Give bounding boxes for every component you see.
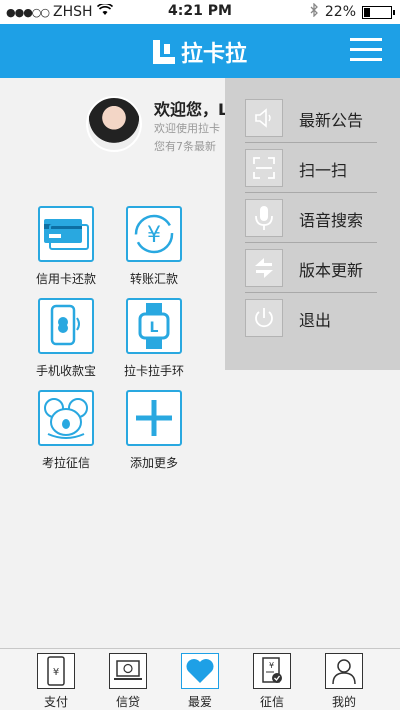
tab-bar: ¥ 支付 信贷 最爱 ¥ 征信 我的 bbox=[0, 648, 400, 710]
lakala-logo-icon bbox=[152, 40, 175, 64]
menu-item-voice-search[interactable]: 语音搜索 bbox=[245, 193, 377, 243]
dropdown-menu: 最新公告 扫一扫 语音搜索 版本更新 退出 bbox=[225, 78, 400, 370]
tab-label: 我的 bbox=[331, 695, 356, 709]
credit-card-icon bbox=[38, 206, 94, 262]
document-check-icon: ¥ bbox=[253, 653, 291, 689]
tab-credit-loan[interactable]: 信贷 bbox=[98, 653, 158, 710]
battery-percent: 22% bbox=[324, 4, 356, 20]
menu-item-label: 扫一扫 bbox=[299, 161, 348, 180]
tab-mine[interactable]: 我的 bbox=[314, 653, 374, 710]
app-title: 拉卡拉 bbox=[180, 42, 247, 67]
tile-add-more[interactable]: 添加更多 bbox=[114, 390, 194, 471]
tile-label: 转账汇款 bbox=[129, 272, 178, 286]
plus-icon bbox=[126, 390, 182, 446]
tile-wristband[interactable]: L 拉卡拉手环 bbox=[114, 298, 194, 379]
wristband-icon: L bbox=[126, 298, 182, 354]
microphone-icon bbox=[245, 199, 283, 237]
menu-button[interactable] bbox=[350, 36, 382, 64]
tab-pay[interactable]: ¥ 支付 bbox=[26, 653, 86, 710]
refresh-icon bbox=[245, 249, 283, 287]
tile-koala-credit[interactable]: 考拉征信 bbox=[26, 390, 106, 471]
menu-item-announcements[interactable]: 最新公告 bbox=[245, 93, 377, 143]
tab-favorites[interactable]: 最爱 bbox=[170, 653, 230, 710]
avatar[interactable] bbox=[86, 96, 142, 152]
tile-phone-pay[interactable]: 手机收款宝 bbox=[26, 298, 106, 379]
svg-text:¥: ¥ bbox=[53, 667, 59, 678]
message-count: 您有7条最新 bbox=[154, 140, 216, 153]
tile-transfer[interactable]: ¥ 转账汇款 bbox=[114, 206, 194, 287]
menu-item-label: 版本更新 bbox=[299, 261, 364, 280]
speaker-icon bbox=[245, 99, 283, 137]
laptop-icon bbox=[109, 653, 147, 689]
tile-label: 拉卡拉手环 bbox=[123, 364, 184, 378]
tab-label: 征信 bbox=[259, 695, 284, 709]
nav-bar: 拉卡拉 bbox=[0, 24, 400, 78]
welcome-text: 欢迎您，L bbox=[154, 100, 229, 119]
tab-label: 信贷 bbox=[115, 695, 140, 709]
svg-text:L: L bbox=[150, 320, 159, 336]
svg-text:¥: ¥ bbox=[269, 661, 274, 670]
power-icon bbox=[245, 299, 283, 337]
heart-icon bbox=[181, 653, 219, 689]
tile-label: 手机收款宝 bbox=[35, 364, 96, 378]
menu-item-scan[interactable]: 扫一扫 bbox=[245, 143, 377, 193]
menu-item-label: 语音搜索 bbox=[299, 211, 364, 230]
menu-item-label: 最新公告 bbox=[299, 111, 364, 130]
tab-label: 最爱 bbox=[187, 695, 212, 709]
koala-icon bbox=[38, 390, 94, 446]
yuan-transfer-icon: ¥ bbox=[126, 206, 182, 262]
phone-yuan-icon: ¥ bbox=[37, 653, 75, 689]
app-brand: 拉卡拉 bbox=[0, 36, 400, 68]
bluetooth-icon bbox=[310, 2, 319, 21]
tab-credit-report[interactable]: ¥ 征信 bbox=[242, 653, 302, 710]
welcome-subtitle: 欢迎使用拉卡 bbox=[154, 122, 220, 135]
tile-label: 信用卡还款 bbox=[35, 272, 96, 286]
user-icon bbox=[325, 653, 363, 689]
scan-icon bbox=[245, 149, 283, 187]
tab-label: 支付 bbox=[43, 695, 68, 709]
phone-pay-icon bbox=[38, 298, 94, 354]
status-bar: ●●●○○ ZHSH 4:21 PM 22% bbox=[0, 0, 400, 24]
tile-label: 考拉征信 bbox=[41, 456, 90, 470]
svg-text:¥: ¥ bbox=[147, 223, 161, 248]
tile-credit-card-repay[interactable]: 信用卡还款 bbox=[26, 206, 106, 287]
battery-icon bbox=[362, 5, 395, 19]
tile-label: 添加更多 bbox=[129, 456, 178, 470]
menu-item-label: 退出 bbox=[299, 311, 332, 330]
menu-item-version-update[interactable]: 版本更新 bbox=[245, 243, 377, 293]
menu-item-logout[interactable]: 退出 bbox=[245, 293, 377, 343]
